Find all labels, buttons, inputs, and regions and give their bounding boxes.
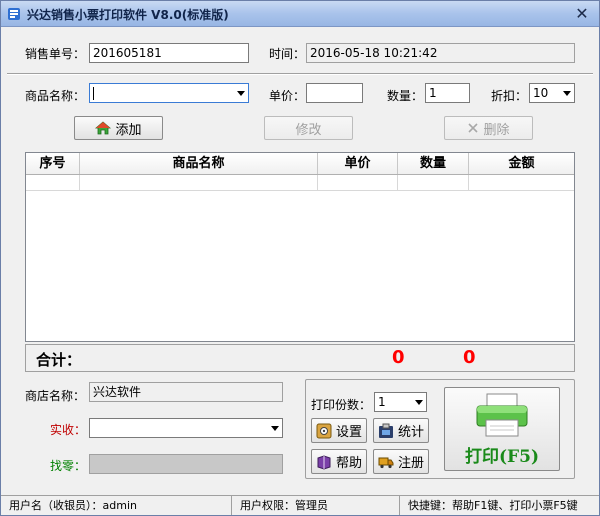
stats-button[interactable]: 统计 [373, 418, 429, 443]
change-label: 找零： [50, 459, 87, 473]
total-amount: 0 [463, 347, 476, 368]
print-copies-label: 打印份数： [311, 398, 372, 412]
table-row[interactable] [26, 175, 574, 191]
add-button-label: 添加 [115, 122, 142, 138]
modify-button-label: 修改 [295, 122, 322, 138]
window-title: 兴达销售小票打印软件 V8.0(标准版) [27, 8, 229, 22]
table-cell [469, 175, 574, 191]
print-copies-value: 1 [378, 395, 386, 409]
received-combo[interactable] [89, 418, 283, 438]
settings-button[interactable]: 设置 [311, 418, 367, 443]
settings-button-label: 设置 [335, 425, 362, 440]
text-cursor [93, 87, 94, 100]
register-button-label: 注册 [397, 456, 424, 471]
modify-button[interactable]: 修改 [264, 116, 353, 140]
print-button[interactable]: 打印(F5) [444, 387, 560, 471]
col-header-unit-price[interactable]: 单价 [318, 153, 398, 174]
time-field: 2016-05-18 10:21:42 [306, 43, 575, 63]
unit-price-field[interactable] [306, 83, 363, 103]
chevron-down-icon[interactable] [271, 426, 279, 431]
main-window: 兴达销售小票打印软件 V8.0(标准版) ✕ 销售单号： 201605181 时… [0, 0, 600, 516]
title-bar[interactable]: 兴达销售小票打印软件 V8.0(标准版) ✕ [1, 1, 599, 27]
settings-icon [316, 423, 332, 438]
received-label: 实收： [50, 423, 87, 437]
close-icon[interactable]: ✕ [573, 5, 591, 23]
items-table[interactable]: 序号 商品名称 单价 数量 金额 [25, 152, 575, 342]
quantity-label: 数量： [387, 89, 424, 103]
delete-x-icon [468, 123, 479, 133]
col-header-amount[interactable]: 金额 [469, 153, 574, 174]
home-icon [95, 121, 112, 135]
table-header: 序号 商品名称 单价 数量 金额 [26, 153, 574, 175]
discount-select[interactable]: 10 [529, 83, 575, 103]
register-button[interactable]: 注册 [373, 449, 429, 474]
print-copies-select[interactable]: 1 [374, 392, 427, 412]
change-field [89, 454, 283, 474]
table-cell [318, 175, 398, 191]
product-name-label: 商品名称： [25, 89, 86, 103]
stats-icon [378, 423, 393, 438]
status-bar: 用户名（收银员）：admin 用户权限：管理员 快捷键：帮助F1键、打印小票F5… [1, 495, 599, 515]
total-quantity: 0 [392, 347, 405, 368]
table-cell [398, 175, 469, 191]
help-button[interactable]: 帮助 [311, 449, 367, 474]
status-user: 用户名（收银员）：admin [1, 496, 232, 515]
help-button-label: 帮助 [335, 456, 362, 471]
col-header-index[interactable]: 序号 [26, 153, 80, 174]
app-icon [8, 8, 20, 20]
chevron-down-icon[interactable] [237, 91, 245, 96]
printer-icon [476, 393, 528, 436]
status-shortcuts: 快捷键：帮助F1键、打印小票F5键 [408, 499, 578, 512]
product-name-combo[interactable] [89, 83, 249, 103]
table-cell [26, 175, 80, 191]
print-button-label: 打印(F5) [465, 446, 539, 467]
shop-name-label: 商店名称： [25, 389, 86, 403]
status-permission: 用户权限：管理员 [232, 496, 400, 515]
truck-icon [378, 457, 394, 468]
chevron-down-icon[interactable] [563, 91, 571, 96]
col-header-product-name[interactable]: 商品名称 [80, 153, 318, 174]
quantity-field[interactable]: 1 [425, 83, 470, 103]
total-label: 合计： [36, 351, 82, 369]
delete-button-label: 删除 [483, 122, 510, 138]
table-cell [80, 175, 318, 191]
delete-button[interactable]: 删除 [444, 116, 533, 140]
col-header-quantity[interactable]: 数量 [398, 153, 469, 174]
chevron-down-icon[interactable] [415, 400, 423, 405]
order-number-label: 销售单号： [25, 47, 86, 61]
stats-button-label: 统计 [397, 425, 424, 440]
add-button[interactable]: 添加 [74, 116, 163, 140]
separator-top [7, 73, 593, 75]
discount-value: 10 [533, 86, 549, 100]
totals-bar: 合计： 0 0 [25, 344, 575, 372]
unit-price-label: 单价： [269, 89, 306, 103]
discount-label: 折扣： [491, 89, 528, 103]
order-number-field[interactable]: 201605181 [89, 43, 249, 63]
help-book-icon [317, 454, 331, 470]
time-label: 时间： [269, 47, 306, 61]
shop-name-field[interactable]: 兴达软件 [89, 382, 283, 402]
